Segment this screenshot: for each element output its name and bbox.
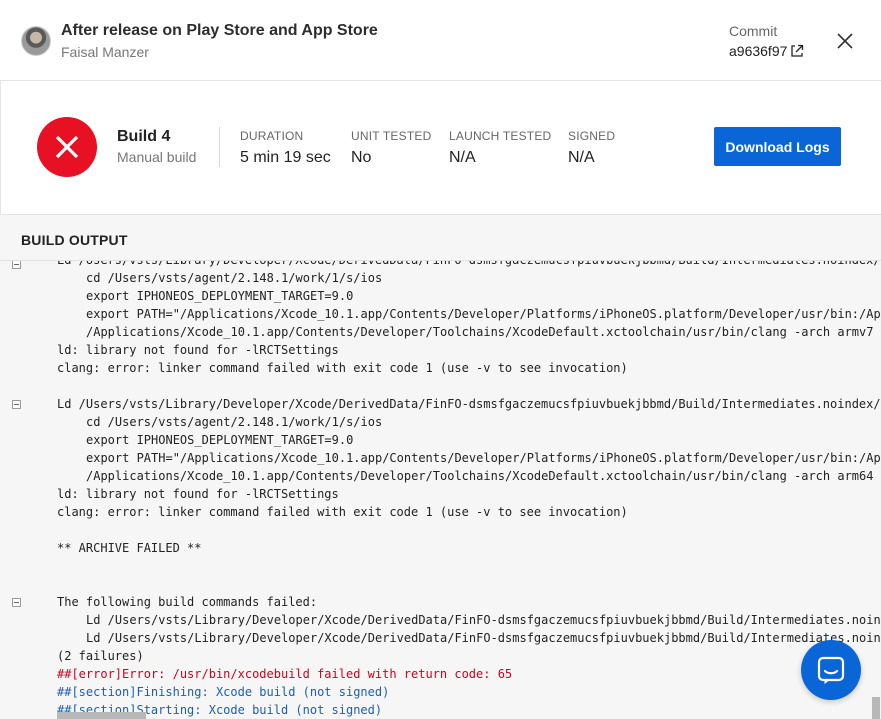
stat-value: N/A — [449, 149, 476, 166]
log-line: ld: library not found for -lRCTSettings — [57, 487, 339, 501]
stat-label: SIGNED — [568, 129, 616, 143]
log-line: Ld /Users/vsts/Library/Developer/Xcode/D… — [57, 397, 881, 411]
avatar — [21, 26, 51, 56]
build-output-title: BUILD OUTPUT — [21, 232, 128, 248]
collapse-toggle[interactable] — [12, 400, 21, 409]
stat-launch-tested: LAUNCH TESTED N/A — [449, 129, 551, 167]
log-line: export PATH="/Applications/Xcode_10.1.ap… — [86, 307, 881, 321]
build-header: After release on Play Store and App Stor… — [0, 0, 881, 81]
build-name: Build 4 — [117, 128, 171, 145]
page-title: After release on Play Store and App Stor… — [61, 22, 378, 39]
stat-unit-tested: UNIT TESTED No — [351, 129, 431, 167]
collapse-toggle[interactable] — [12, 261, 21, 269]
log-line: /Applications/Xcode_10.1.app/Contents/De… — [86, 469, 874, 483]
log-line-error: ##[error]Error: /usr/bin/xcodebuild fail… — [57, 667, 513, 681]
stat-label: DURATION — [240, 129, 304, 143]
log-line: clang: error: linker command failed with… — [57, 361, 628, 375]
log-line: ld: library not found for -lRCTSettings — [57, 343, 339, 357]
stat-signed: SIGNED N/A — [568, 129, 615, 167]
log-line: (2 failures) — [57, 649, 144, 663]
build-output-header: BUILD OUTPUT — [0, 215, 881, 261]
stat-value: 5 min 19 sec — [240, 149, 331, 166]
log-line: Ld /Users/vsts/Library/Developer/Xcode/D… — [57, 261, 881, 269]
build-summary: Build 4 Manual build DURATION 5 min 19 s… — [0, 81, 881, 214]
log-line: cd /Users/vsts/agent/2.148.1/work/1/s/io… — [86, 415, 383, 429]
commit-hash: a9636f97 — [729, 43, 788, 59]
log-line: clang: error: linker command failed with… — [57, 505, 628, 519]
download-logs-button[interactable]: Download Logs — [714, 127, 841, 166]
log-line: /Applications/Xcode_10.1.app/Contents/De… — [86, 325, 874, 339]
chat-icon — [817, 656, 845, 684]
build-output-panel: BUILD OUTPUT Ld /Users/vsts/Library/Deve… — [0, 214, 881, 719]
log-line-section: ##[section]Finishing: Xcode build (not s… — [57, 685, 390, 699]
collapse-toggle[interactable] — [12, 598, 21, 607]
vertical-scrollbar[interactable] — [872, 697, 880, 719]
stat-value: N/A — [568, 149, 595, 166]
log-line: export IPHONEOS_DEPLOYMENT_TARGET=9.0 — [86, 433, 354, 447]
log-line: Ld /Users/vsts/Library/Developer/Xcode/D… — [86, 613, 881, 627]
close-icon[interactable] — [835, 31, 855, 51]
log-line: export PATH="/Applications/Xcode_10.1.ap… — [86, 451, 881, 465]
stat-duration: DURATION 5 min 19 sec — [240, 129, 331, 167]
left-border — [0, 81, 1, 214]
commit-label: Commit — [729, 23, 778, 39]
horizontal-scrollbar[interactable] — [57, 712, 146, 719]
failed-status-icon — [37, 117, 97, 177]
stat-label: LAUNCH TESTED — [449, 129, 552, 143]
log-line: The following build commands failed: — [57, 595, 318, 609]
stat-label: UNIT TESTED — [351, 129, 432, 143]
commit-link[interactable]: a9636f97 — [729, 43, 804, 59]
log-line: cd /Users/vsts/agent/2.148.1/work/1/s/io… — [86, 271, 383, 285]
log-line: Ld /Users/vsts/Library/Developer/Xcode/D… — [86, 631, 881, 645]
chat-button[interactable] — [801, 640, 861, 700]
stat-value: No — [351, 149, 372, 166]
external-link-icon — [791, 44, 804, 57]
log-viewer[interactable]: Ld /Users/vsts/Library/Developer/Xcode/D… — [0, 261, 881, 719]
log-line: export IPHONEOS_DEPLOYMENT_TARGET=9.0 — [86, 289, 354, 303]
close-x-icon — [55, 135, 79, 159]
divider — [219, 127, 220, 167]
author-name: Faisal Manzer — [61, 44, 149, 60]
log-line: ** ARCHIVE FAILED ** — [57, 541, 202, 555]
build-trigger: Manual build — [117, 149, 197, 165]
